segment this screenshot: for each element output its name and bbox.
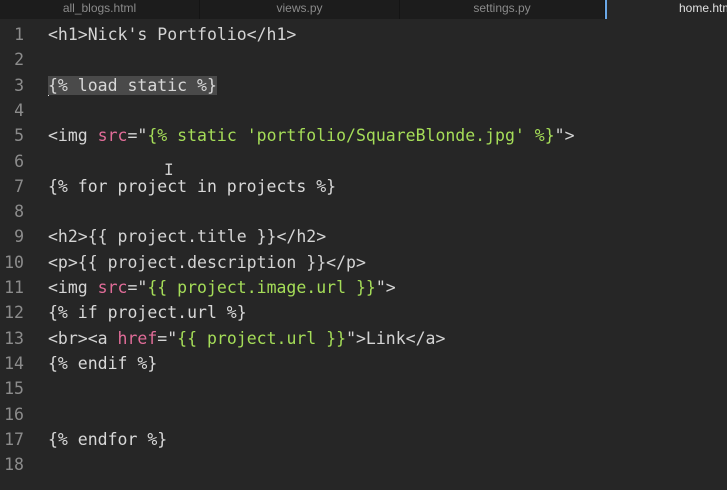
code-token: <p>{{ project.description }}</p>: [48, 252, 366, 272]
line-code: {% endif %}: [48, 351, 157, 376]
code-token: {{ project.image.url }}: [147, 278, 376, 297]
code-token: <h1>Nick's Portfolio</h1>: [48, 25, 297, 44]
code-token: {% for project in projects %}: [48, 176, 337, 196]
code-line[interactable]: 15: [0, 376, 727, 401]
line-code: <img src="{% static 'portfolio/SquareBlo…: [48, 123, 575, 148]
code-editor-window: all_blogs.html views.py settings.py home…: [0, 0, 727, 490]
code-line[interactable]: 11 <img src="{{ project.image.url }}">: [0, 275, 727, 300]
code-line[interactable]: 10 <p>{{ project.description }}</p>: [0, 250, 727, 275]
line-number: 13: [4, 328, 24, 348]
code-line[interactable]: 12 {% if project.url %}: [0, 300, 727, 325]
code-token: ">: [375, 278, 396, 297]
line-number: 4: [14, 100, 24, 120]
line-number: 17: [4, 429, 24, 449]
code-line[interactable]: 8: [0, 199, 727, 224]
code-line[interactable]: 3 {% load static %}: [0, 73, 727, 98]
code-token: {% if project.url %}: [48, 303, 247, 323]
code-line[interactable]: 6: [0, 149, 727, 174]
code-token: src: [97, 278, 128, 297]
line-number: 14: [4, 353, 24, 373]
line-code: <br><a href="{{ project.url }}">Link</a>: [48, 326, 445, 351]
code-token: ">Link</a>: [346, 328, 446, 348]
code-token: src: [97, 126, 128, 146]
code-token: =": [157, 328, 178, 348]
line-number: 11: [4, 278, 24, 297]
code-token: {{ project.url }}: [177, 328, 347, 348]
code-line[interactable]: 9 <h2>{{ project.title }}</h2>: [0, 224, 727, 249]
tab-label: home.htm: [679, 1, 727, 15]
line-code: <h2>{{ project.title }}</h2>: [48, 224, 326, 249]
line-code: <h1>Nick's Portfolio</h1>: [48, 22, 296, 47]
line-number: 7: [14, 176, 24, 196]
line-number: 16: [4, 404, 24, 424]
tab-settings-py[interactable]: settings.py: [400, 0, 605, 19]
code-token: <img: [48, 278, 98, 297]
line-number: 18: [4, 455, 24, 475]
line-number: 8: [14, 202, 24, 222]
tab-label: settings.py: [473, 1, 531, 15]
line-number: 6: [14, 151, 24, 171]
line-number: 12: [4, 303, 24, 323]
editor-pane[interactable]: 1 <h1>Nick's Portfolio</h1> 2 3 {% load stat…: [0, 19, 727, 490]
code-token: {% endif %}: [48, 353, 158, 373]
code-line[interactable]: 14 {% endif %}: [0, 351, 727, 376]
code-token: <img: [48, 126, 98, 146]
code-token: {% endfor %}: [48, 429, 168, 449]
line-number: 3: [14, 75, 24, 95]
code-line[interactable]: 7 {% for project in projects %}: [0, 174, 727, 199]
line-number: 15: [4, 379, 24, 399]
code-token: <br><a: [48, 328, 118, 348]
code-line[interactable]: 1 <h1>Nick's Portfolio</h1>: [0, 22, 727, 47]
code-token: href: [117, 328, 158, 348]
code-line[interactable]: 4: [0, 98, 727, 123]
tab-bar: all_blogs.html views.py settings.py home…: [0, 0, 727, 19]
line-number: 10: [4, 252, 24, 272]
code-line[interactable]: 13 <br><a href="{{ project.url }}">Link</…: [0, 326, 727, 351]
text-cursor-ibeam-icon: I: [164, 160, 174, 179]
code-line[interactable]: 17 {% endfor %}: [0, 427, 727, 452]
line-code: {% if project.url %}: [48, 300, 247, 325]
code-line[interactable]: 2: [0, 47, 727, 72]
code-token: <h2>{{ project.title }}</h2>: [48, 227, 327, 247]
tab-all-blogs-html[interactable]: all_blogs.html: [0, 0, 200, 19]
tab-views-py[interactable]: views.py: [200, 0, 400, 19]
tab-label: views.py: [276, 1, 323, 15]
code-token: {% static 'portfolio/SquareBlonde.jpg' %…: [147, 126, 555, 146]
code-line[interactable]: 18: [0, 452, 727, 477]
line-code: <p>{{ project.description }}</p>: [48, 250, 366, 275]
code-token: =": [127, 126, 148, 146]
line-code: {% for project in projects %}: [48, 174, 336, 199]
line-number: 2: [14, 50, 24, 70]
code-token: =": [127, 278, 148, 297]
line-code: {% endfor %}: [48, 427, 167, 452]
line-code: {% load static %}: [48, 73, 217, 98]
tab-label: all_blogs.html: [62, 1, 137, 15]
code-line[interactable]: 16: [0, 402, 727, 427]
line-number: 9: [14, 227, 24, 247]
line-number: 1: [14, 25, 24, 44]
line-code: <img src="{{ project.image.url }}">: [48, 275, 396, 300]
tab-home-html[interactable]: home.htm: [605, 0, 727, 19]
code-line[interactable]: 5 <img src="{% static 'portfolio/SquareBl…: [0, 123, 727, 148]
line-number: 5: [14, 126, 24, 146]
code-token: {% load static %}: [48, 75, 217, 95]
code-token: ">: [554, 126, 575, 146]
